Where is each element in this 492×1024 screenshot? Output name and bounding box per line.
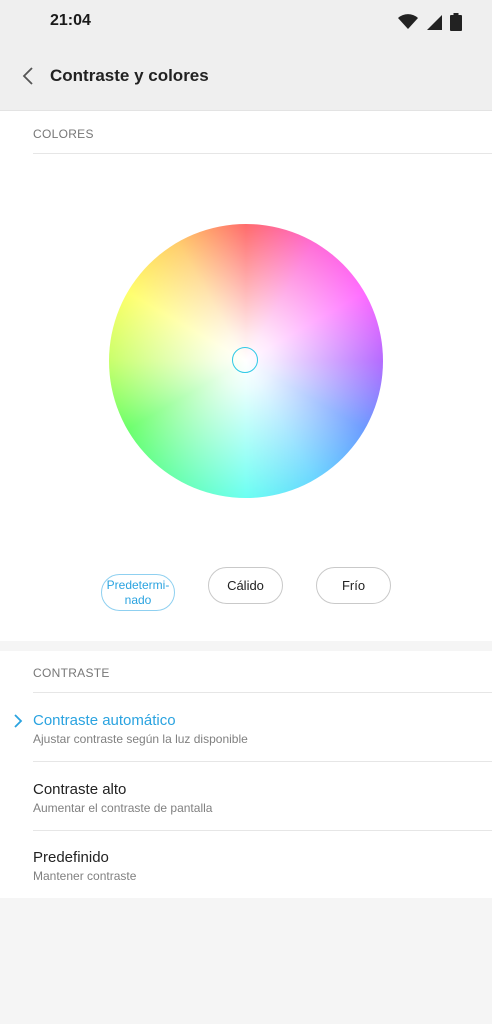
page-title: Contraste y colores [50,66,209,85]
status-icons [398,12,462,32]
preset-warm-button[interactable]: Cálido [208,567,283,604]
status-bar: 21:04 [0,0,492,44]
cellular-signal-icon [427,15,442,30]
contrast-option-default[interactable]: Predefinido Mantener contraste [0,831,492,899]
colors-card: COLORES Predetermi- nado Cálido Frío [0,111,492,641]
preset-default-label: Predetermi- nado [106,577,170,607]
contrast-option-auto[interactable]: Contraste automático Ajustar contraste s… [0,693,492,761]
back-button[interactable] [14,62,42,90]
preset-cold-label: Frío [341,578,366,593]
contrast-option-subtitle: Mantener contraste [33,869,137,883]
preset-default-button[interactable]: Predetermi- nado [101,574,175,611]
battery-icon [450,13,462,31]
back-arrow-icon [22,67,33,85]
colors-section-header: COLORES [33,127,94,141]
contrast-option-high[interactable]: Contraste alto Aumentar el contraste de … [0,762,492,830]
color-picker-handle[interactable] [232,347,258,373]
divider [33,153,492,154]
chevron-right-icon [14,714,23,728]
wifi-icon [398,14,418,29]
preset-warm-label: Cálido [227,578,264,593]
status-time: 21:04 [50,12,91,29]
contrast-option-title: Contraste alto [33,781,127,798]
contrast-section-header: CONTRASTE [33,666,110,680]
contrast-option-subtitle: Aumentar el contraste de pantalla [33,801,213,815]
contrast-option-subtitle: Ajustar contraste según la luz disponibl… [33,732,248,746]
preset-cold-button[interactable]: Frío [316,567,391,604]
contrast-option-title: Predefinido [33,849,109,866]
app-bar: Contraste y colores [0,44,492,111]
contrast-card: CONTRASTE Contraste automático Ajustar c… [0,651,492,898]
contrast-option-title: Contraste automático [33,712,176,729]
